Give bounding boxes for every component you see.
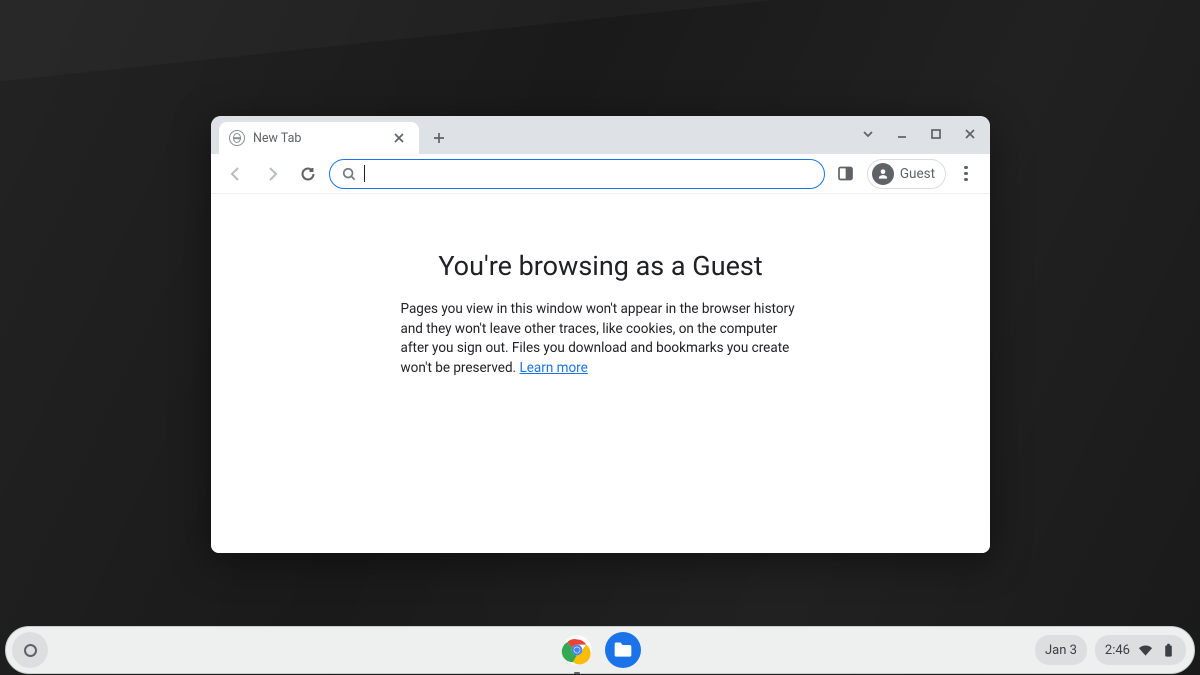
forward-button[interactable] [257, 159, 287, 189]
window-controls [856, 122, 982, 146]
status-date[interactable]: Jan 3 [1035, 635, 1087, 665]
maximize-button[interactable] [924, 122, 948, 146]
profile-chip[interactable]: Guest [867, 159, 946, 189]
page-content: You're browsing as a Guest Pages you vie… [211, 194, 990, 553]
tab-search-button[interactable] [856, 122, 880, 146]
minimize-button[interactable] [890, 122, 914, 146]
shelf: Jan 3 2:46 [5, 626, 1195, 674]
new-tab-button[interactable] [427, 126, 451, 150]
folder-icon [613, 641, 633, 659]
wifi-icon [1138, 643, 1153, 658]
tab-title: New Tab [253, 131, 379, 146]
running-indicator [574, 672, 580, 674]
reload-button[interactable] [293, 159, 323, 189]
shelf-app-files[interactable] [605, 632, 641, 668]
toolbar: Guest [211, 154, 990, 194]
side-panel-button[interactable] [831, 159, 861, 189]
text-cursor [364, 165, 365, 182]
tab-new-tab[interactable]: New Tab [219, 122, 419, 154]
tab-strip: New Tab [211, 116, 990, 154]
address-input[interactable] [373, 160, 812, 188]
learn-more-link[interactable]: Learn more [519, 360, 587, 376]
chrome-menu-button[interactable] [952, 160, 980, 188]
launcher-button[interactable] [12, 632, 48, 668]
address-bar[interactable] [329, 159, 825, 189]
browser-window: New Tab [211, 116, 990, 553]
search-icon [342, 167, 356, 181]
launcher-icon [24, 644, 37, 657]
status-time: 2:46 [1105, 643, 1130, 658]
avatar-icon [872, 163, 894, 185]
globe-icon [229, 130, 245, 146]
back-button[interactable] [221, 159, 251, 189]
guest-heading: You're browsing as a Guest [438, 250, 762, 282]
guest-description: Pages you view in this window won't appe… [401, 300, 801, 378]
chrome-icon [561, 634, 593, 666]
tab-close-button[interactable] [387, 126, 411, 150]
status-tray[interactable]: 2:46 [1095, 635, 1186, 665]
profile-label: Guest [900, 166, 935, 182]
shelf-app-chrome[interactable] [559, 632, 595, 668]
battery-icon [1161, 643, 1176, 658]
close-window-button[interactable] [958, 122, 982, 146]
